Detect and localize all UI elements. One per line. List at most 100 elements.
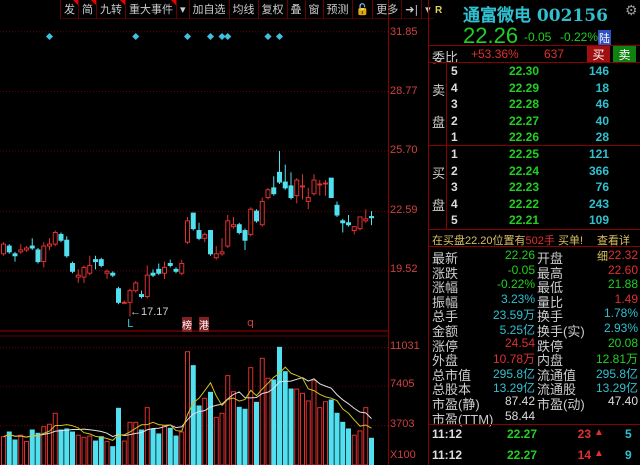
stat-row: 总手 23.59万 换手 1.78%	[429, 306, 640, 324]
volume-bar	[311, 380, 317, 465]
volume-bar	[259, 357, 265, 465]
ask-row[interactable]: 3 22.28 46	[429, 97, 640, 113]
event-marker-icon	[183, 32, 192, 41]
bid-row[interactable]: 1 22.25 121	[429, 147, 640, 163]
volume-bar	[156, 433, 162, 465]
badge-rank[interactable]: 榜	[182, 317, 192, 332]
candle-body	[167, 263, 173, 266]
candle-body	[328, 177, 334, 199]
level-price: 22.26	[508, 130, 539, 144]
candle-body	[248, 208, 254, 235]
toolbar-item[interactable]: 均线	[228, 0, 258, 19]
candle-body	[196, 230, 202, 239]
stat-row: 涨幅 -0.22% 最低 21.88	[429, 277, 640, 295]
toolbar-item[interactable]: 叠	[286, 0, 305, 19]
bid-row[interactable]: 3 22.23 76	[429, 180, 640, 196]
toolbar-item[interactable]: 简	[78, 0, 96, 19]
toolbar-item[interactable]: ▾	[176, 0, 189, 19]
bid-row[interactable]: 5 22.21 109	[429, 213, 640, 229]
volume-bar	[18, 434, 24, 465]
volume-bar	[98, 436, 104, 465]
candle-body	[104, 270, 110, 274]
volume-bar	[213, 416, 219, 465]
bid-row[interactable]: 2 22.24 366	[429, 164, 640, 180]
candle-body	[369, 216, 374, 219]
toolbar-item[interactable]: 重大事件	[125, 0, 176, 19]
candle-body	[225, 220, 231, 247]
level: 5	[451, 213, 458, 227]
low-price-value: 17.17	[141, 306, 169, 318]
toolbar-item[interactable]: 发	[60, 0, 78, 19]
price-tick: 19.52	[390, 263, 418, 275]
stat-row: 市盈(TTM) 58.44	[429, 409, 640, 427]
badge-hk[interactable]: 港	[199, 317, 209, 332]
candle-body	[363, 218, 369, 222]
price-change-pct: -0.22%	[560, 30, 599, 44]
toolbar-item[interactable]: 九转	[96, 0, 125, 19]
candle-body	[323, 182, 328, 185]
marker-L[interactable]: L	[127, 317, 133, 330]
toolbar-item[interactable]: ➜|	[401, 0, 421, 19]
candle-body	[18, 249, 24, 253]
candle-body	[305, 197, 311, 202]
toolbar-item[interactable]: 复权	[257, 0, 287, 19]
toolbar-item[interactable]: 预测	[322, 0, 352, 19]
candle-body	[213, 253, 219, 259]
candle-body	[1, 243, 6, 255]
candle-body	[282, 181, 288, 189]
ask-row[interactable]: 1 22.26 28	[429, 130, 640, 146]
volume-bar	[225, 375, 231, 465]
toolbar-item[interactable]: 更多	[372, 0, 401, 19]
volume-bar	[58, 429, 64, 465]
candle-body	[47, 243, 52, 247]
level-volume: 109	[588, 213, 609, 227]
sell-button[interactable]: 卖	[613, 46, 636, 63]
event-marker-icon	[206, 32, 215, 41]
candle-body	[35, 249, 41, 263]
quote-panel: R 通富微电 002156 ⚙ 22.26 -0.05 -0.22% 陆 委比 …	[428, 0, 640, 465]
volume-bar	[150, 428, 156, 465]
toolbar-item[interactable]: 加自选	[188, 0, 229, 19]
tick-count: 5	[625, 427, 632, 441]
ask-row[interactable]: 2 22.27 40	[429, 114, 640, 130]
buy-button[interactable]: 买	[587, 46, 610, 63]
candle-body	[190, 212, 196, 230]
candle-body	[110, 272, 116, 276]
candle-body	[173, 268, 179, 272]
volume-bar	[6, 431, 12, 465]
volume-bar	[357, 430, 363, 465]
candle-body	[288, 185, 294, 199]
tick-row: 11:12 22.27 23 ▲ 5	[429, 427, 640, 442]
level-volume: 121	[588, 147, 609, 161]
stat-row: 最新 22.26 开盘 22.32	[429, 248, 640, 266]
volume-bar	[144, 407, 150, 465]
r-label: R	[435, 5, 443, 16]
candle-body	[156, 268, 162, 274]
stat-value: 2.93%	[603, 321, 638, 335]
ask-row[interactable]: 5 22.30 146	[429, 64, 640, 80]
volume-bar	[294, 388, 300, 465]
candle-body	[12, 253, 18, 257]
stat-row: 总股本 13.29亿 流通股 13.29亿	[429, 379, 640, 397]
volume-bar	[277, 346, 282, 465]
kline-chart[interactable]	[0, 0, 388, 465]
stat-value: 1.78%	[603, 306, 638, 321]
volume-bar	[300, 392, 305, 465]
candle-body	[334, 204, 340, 216]
candle-body	[6, 245, 12, 253]
candle-body	[340, 220, 346, 224]
candle-body	[219, 251, 225, 255]
ask-row[interactable]: 4 22.29 18	[429, 81, 640, 97]
candle-body	[231, 224, 236, 228]
candle-body	[93, 259, 98, 263]
volume-unit: X100	[390, 449, 416, 461]
marker-q[interactable]: q	[247, 316, 254, 329]
level-price: 22.21	[508, 213, 539, 227]
toolbar-item[interactable]: 窗	[304, 0, 323, 19]
volume-bar	[87, 435, 93, 465]
up-arrow-icon: ▲	[594, 448, 604, 459]
gear-icon[interactable]: ⚙	[625, 2, 638, 19]
bid-row[interactable]: 4 22.22 243	[429, 197, 640, 213]
level: 1	[451, 147, 458, 161]
toolbar-item[interactable]: 🔓	[351, 0, 373, 19]
